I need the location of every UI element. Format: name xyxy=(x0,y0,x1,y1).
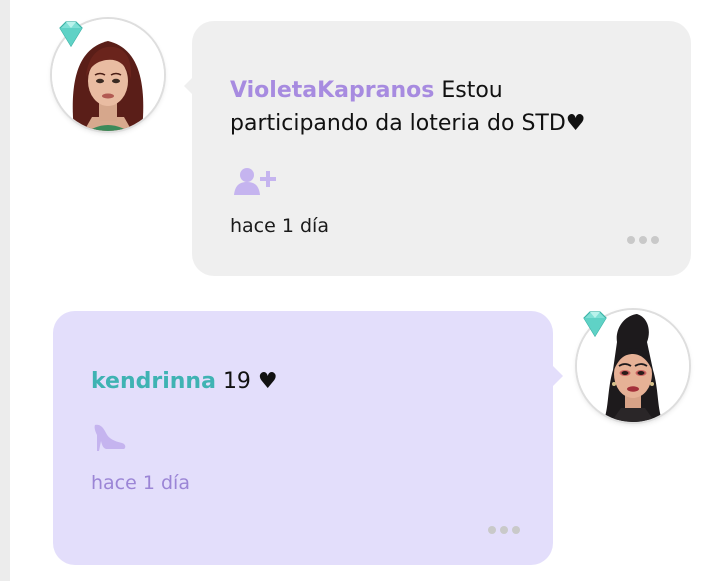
diamond-icon xyxy=(59,21,83,48)
comment-text-body: 19 ♥ xyxy=(222,369,278,394)
more-dots-icon[interactable] xyxy=(488,526,520,534)
username-link[interactable]: kendrinna xyxy=(91,369,216,394)
more-dots-icon[interactable] xyxy=(627,236,659,244)
comment-text: kendrinna 19 ♥ xyxy=(91,365,521,398)
high-heel-icon[interactable] xyxy=(92,421,128,455)
diamond-icon xyxy=(583,311,607,338)
comment-text-line1: Estou xyxy=(441,78,503,103)
add-friend-icon[interactable] xyxy=(232,166,280,196)
comment-text-line2: participando da loteria do STD♥ xyxy=(230,111,586,136)
timestamp: hace 1 día xyxy=(91,472,190,494)
timestamp: hace 1 día xyxy=(230,215,329,237)
comment-bubble[interactable] xyxy=(53,311,553,565)
comment-text: VioletaKapranos Estou participando da lo… xyxy=(230,74,670,140)
username-link[interactable]: VioletaKapranos xyxy=(230,78,434,103)
bubble-tail xyxy=(553,366,563,386)
comment-bubble[interactable] xyxy=(192,21,691,276)
left-edge-rail xyxy=(0,0,10,581)
